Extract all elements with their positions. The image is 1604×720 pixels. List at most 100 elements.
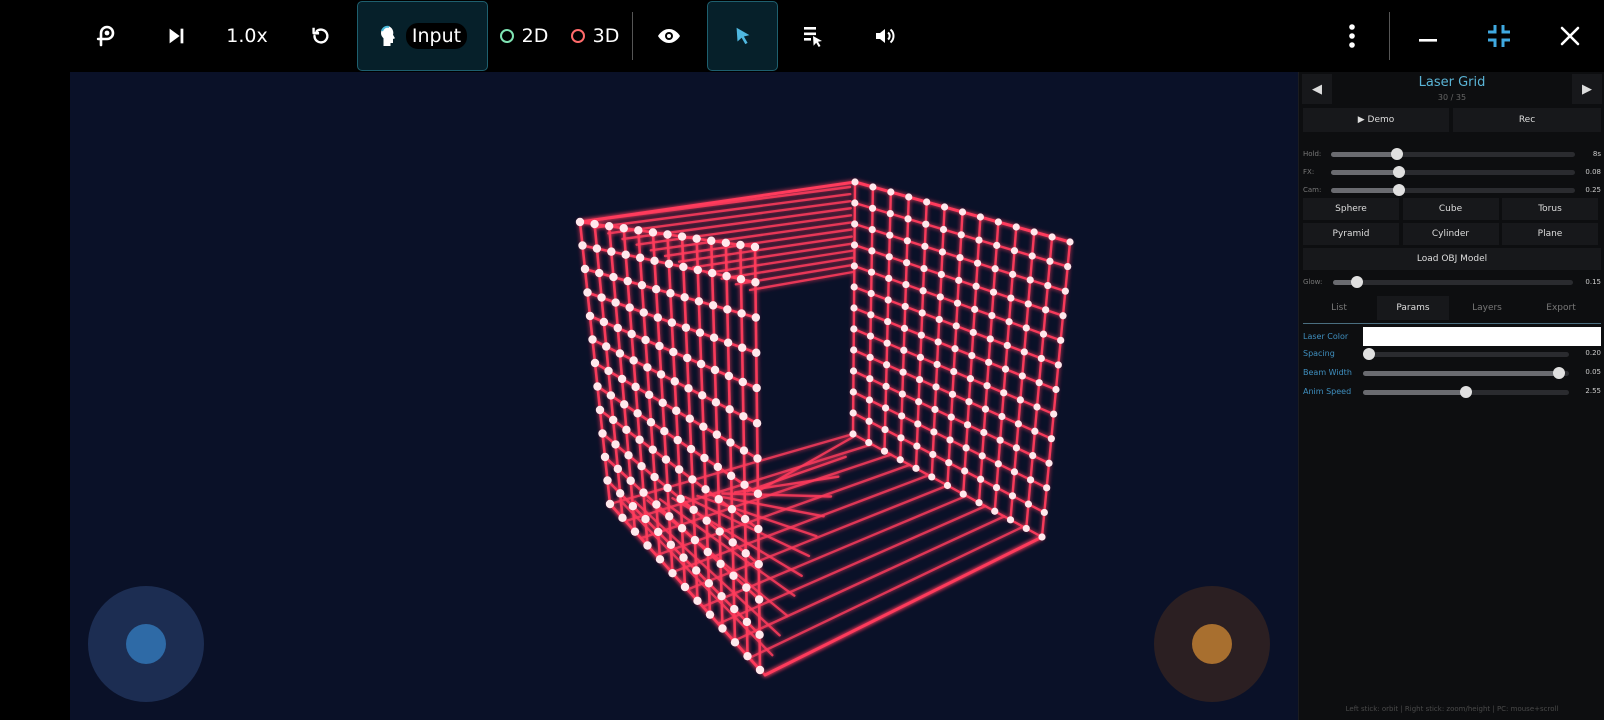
laser-node xyxy=(916,353,925,361)
preset-title: Laser Grid xyxy=(1418,75,1486,90)
laser-node xyxy=(1048,233,1056,241)
param-slider[interactable] xyxy=(1363,367,1569,379)
right-joystick-knob[interactable] xyxy=(1192,624,1232,664)
laser-node xyxy=(928,473,936,481)
laser-node xyxy=(661,455,671,464)
laser-node xyxy=(988,311,996,320)
laser-node xyxy=(605,499,615,509)
speed-button[interactable]: 1.0x xyxy=(222,0,272,72)
shape-button-cylinder[interactable]: Cylinder xyxy=(1402,223,1499,245)
next-preset-button[interactable]: ▶ xyxy=(1572,74,1602,104)
slider-track[interactable] xyxy=(1331,148,1575,160)
laser-node xyxy=(615,349,625,358)
left-joystick-knob[interactable] xyxy=(126,624,166,664)
shape-button-torus[interactable]: Torus xyxy=(1502,198,1598,220)
laser-node xyxy=(983,382,991,390)
laser-node xyxy=(643,541,652,550)
skip-next-icon[interactable] xyxy=(158,0,194,72)
prev-preset-button[interactable]: ◀ xyxy=(1302,74,1332,104)
laser-node xyxy=(935,315,943,324)
param-slider-knob[interactable] xyxy=(1460,386,1472,398)
close-icon[interactable] xyxy=(1550,0,1590,72)
laser-node xyxy=(850,346,858,354)
laser-color-swatch[interactable] xyxy=(1363,327,1601,346)
laser-node xyxy=(750,242,760,252)
arrow-left-icon: ◀ xyxy=(1312,81,1322,97)
laser-node xyxy=(1039,330,1048,338)
more-vertical-icon[interactable] xyxy=(1334,0,1370,72)
laser-node xyxy=(751,313,761,322)
minimize-icon[interactable] xyxy=(1408,0,1448,72)
laser-node xyxy=(656,370,666,379)
3d-viewport[interactable] xyxy=(70,72,1298,720)
tab-layers[interactable]: Layers xyxy=(1451,296,1523,320)
shape-button-pyramid[interactable]: Pyramid xyxy=(1303,223,1399,245)
input-toggle-button[interactable]: Input xyxy=(357,1,488,71)
exit-fullscreen-icon[interactable] xyxy=(1479,0,1519,72)
laser-node xyxy=(619,224,628,233)
load-obj-button[interactable]: Load OBJ Model xyxy=(1303,248,1601,270)
rec-button[interactable]: Rec xyxy=(1453,108,1601,132)
laser-node xyxy=(742,617,752,627)
reset-icon[interactable] xyxy=(302,0,338,72)
laser-node xyxy=(1052,385,1060,394)
laser-node xyxy=(608,415,618,425)
laser-node xyxy=(937,270,945,279)
shape-button-sphere[interactable]: Sphere xyxy=(1303,198,1399,220)
slider-track[interactable] xyxy=(1331,184,1575,196)
laser-node xyxy=(590,358,600,368)
eye-icon[interactable] xyxy=(651,0,687,72)
laser-node xyxy=(698,391,707,400)
left-joystick[interactable] xyxy=(88,586,204,702)
slider-knob[interactable] xyxy=(1393,166,1406,178)
laser-node xyxy=(677,524,687,533)
laser-node xyxy=(637,461,646,471)
slider-knob[interactable] xyxy=(1390,148,1403,160)
glow-slider-knob[interactable] xyxy=(1351,276,1363,288)
laser-node xyxy=(717,591,726,601)
arrow-right-icon: ▶ xyxy=(1582,81,1592,97)
slider-knob[interactable] xyxy=(1393,184,1406,196)
list-select-icon[interactable] xyxy=(795,0,831,72)
laser-node xyxy=(1007,294,1015,302)
volume-icon[interactable] xyxy=(867,0,903,72)
laser-node xyxy=(1003,341,1011,350)
laser-node xyxy=(684,384,693,393)
laser-node xyxy=(867,289,875,298)
demo-button[interactable]: ▶ Demo xyxy=(1303,108,1449,132)
laser-node xyxy=(1031,427,1039,435)
laser-node xyxy=(597,293,606,302)
tab-list[interactable]: List xyxy=(1303,296,1375,320)
laser-node xyxy=(751,278,760,287)
laser-node xyxy=(851,199,859,207)
tab-params[interactable]: Params xyxy=(1377,296,1449,320)
laser-node xyxy=(708,301,718,310)
slider-track[interactable] xyxy=(1331,166,1575,178)
laser-node xyxy=(631,382,640,392)
shape-button-cube[interactable]: Cube xyxy=(1402,198,1499,220)
laser-node xyxy=(578,241,587,250)
laser-node xyxy=(726,471,736,481)
mode-2d-button[interactable]: 2D xyxy=(495,0,553,72)
ring-3d-icon xyxy=(570,29,585,43)
slider-fill xyxy=(1331,152,1397,157)
laser-node xyxy=(611,440,620,449)
app-logo-icon[interactable] xyxy=(88,0,124,72)
laser-node xyxy=(666,289,675,298)
laser-node xyxy=(690,535,700,545)
tab-export[interactable]: Export xyxy=(1525,296,1597,320)
param-slider[interactable] xyxy=(1363,348,1569,360)
pointer-tool-button[interactable] xyxy=(707,1,778,71)
laser-node xyxy=(868,247,876,255)
glow-slider[interactable] xyxy=(1333,276,1573,288)
laser-node xyxy=(599,317,609,327)
param-slider-knob[interactable] xyxy=(1363,348,1376,360)
right-joystick[interactable] xyxy=(1154,586,1270,702)
laser-node xyxy=(663,230,672,239)
param-slider-knob[interactable] xyxy=(1552,367,1565,379)
mode-3d-button[interactable]: 3D xyxy=(566,0,624,72)
laser-node xyxy=(679,553,688,562)
slider-value: 0.08 xyxy=(1585,168,1601,176)
param-slider[interactable] xyxy=(1363,386,1569,398)
shape-button-plane[interactable]: Plane xyxy=(1502,223,1598,245)
